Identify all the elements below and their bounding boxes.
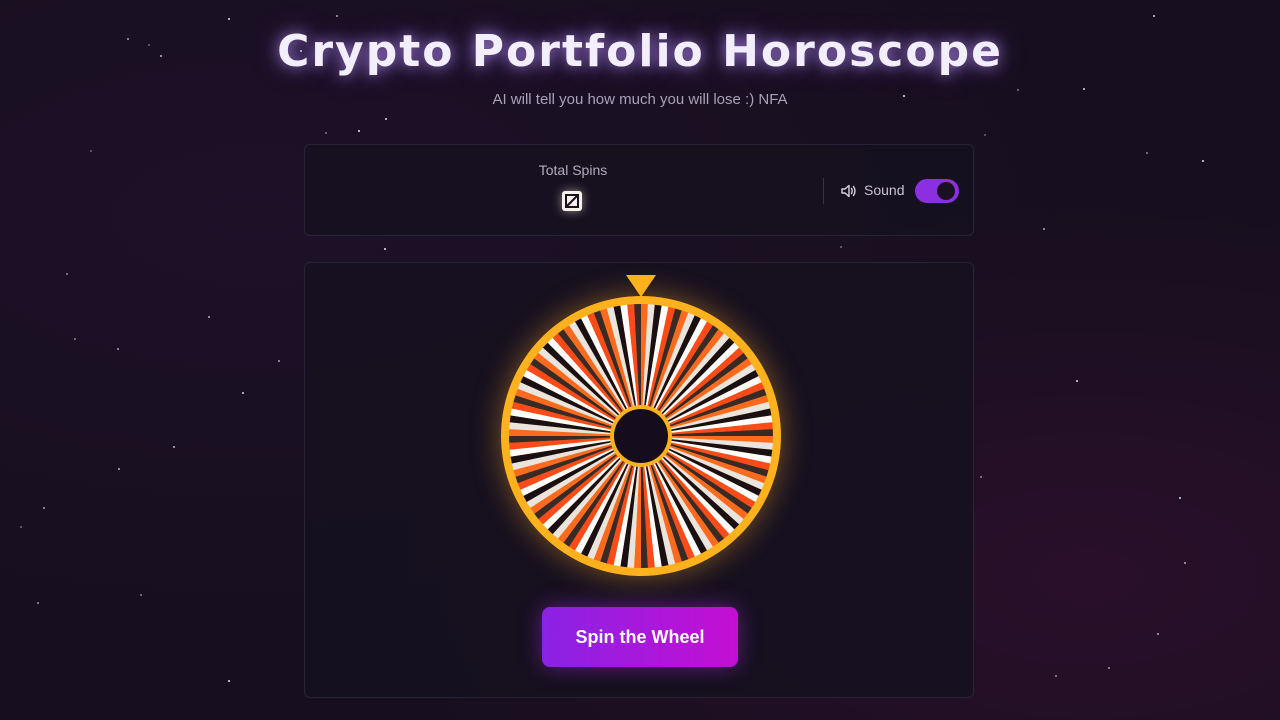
- star: [1157, 633, 1159, 635]
- star: [1146, 152, 1148, 154]
- wheel-graphic: [501, 296, 781, 576]
- star: [1202, 160, 1204, 162]
- star: [840, 246, 842, 248]
- fortune-wheel[interactable]: [501, 296, 781, 576]
- star: [385, 118, 387, 120]
- total-spins-label: Total Spins: [538, 162, 608, 178]
- page-title: Crypto Portfolio Horoscope: [277, 26, 1003, 77]
- star: [20, 526, 22, 528]
- star: [1179, 497, 1181, 499]
- star: [336, 15, 338, 17]
- spin-wheel-button[interactable]: Spin the Wheel: [542, 607, 738, 667]
- star: [1184, 562, 1186, 564]
- divider: [823, 178, 824, 204]
- star: [228, 18, 230, 20]
- star: [358, 130, 360, 132]
- star: [980, 476, 982, 478]
- star: [117, 348, 119, 350]
- star: [1083, 88, 1085, 90]
- toggle-knob[interactable]: [937, 182, 955, 200]
- star: [984, 134, 986, 136]
- speaker-icon: [841, 184, 856, 198]
- star: [43, 507, 45, 509]
- star: [278, 360, 280, 362]
- star: [90, 150, 92, 152]
- stats-panel: Total Spins Sound: [304, 144, 974, 236]
- star: [325, 132, 327, 134]
- star: [74, 338, 76, 340]
- star: [37, 602, 39, 604]
- wheel-panel: Spin the Wheel: [304, 262, 974, 698]
- total-spins-value: [562, 191, 582, 211]
- star: [1076, 380, 1078, 382]
- star: [1108, 667, 1110, 669]
- star: [1043, 228, 1045, 230]
- wheel-hub: [614, 409, 668, 463]
- pointer-triangle-icon: [626, 275, 656, 297]
- star: [1153, 15, 1155, 17]
- star: [208, 316, 210, 318]
- page-subtitle: AI will tell you how much you will lose …: [492, 91, 788, 108]
- star: [1055, 675, 1057, 677]
- star: [140, 594, 142, 596]
- star: [242, 392, 244, 394]
- star: [66, 273, 68, 275]
- star: [228, 680, 230, 682]
- star: [173, 446, 175, 448]
- star: [384, 248, 386, 250]
- sound-label: Sound: [864, 182, 905, 198]
- sound-toggle[interactable]: [915, 179, 959, 203]
- star: [118, 468, 120, 470]
